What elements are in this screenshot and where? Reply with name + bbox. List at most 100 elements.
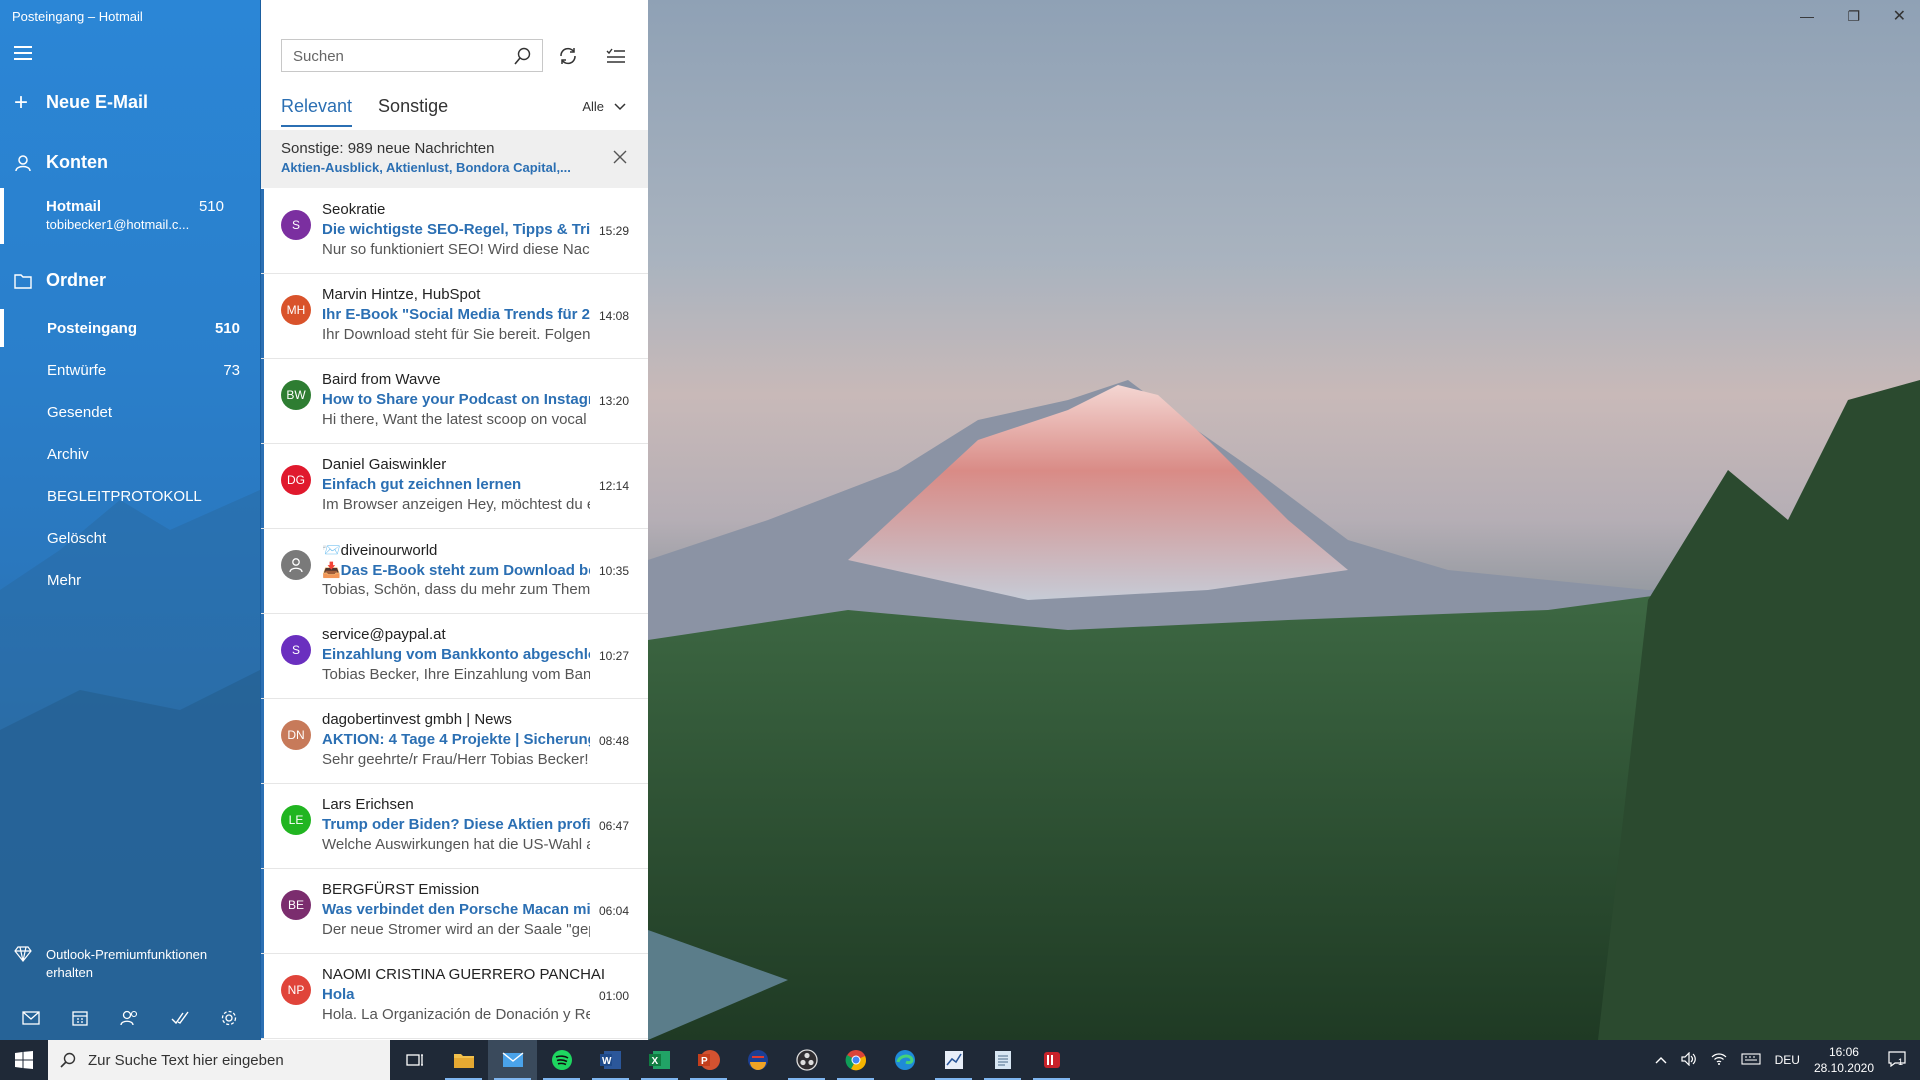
mail-icon — [502, 1052, 523, 1067]
folder-archiv[interactable]: Archiv — [0, 435, 260, 473]
mail-sender: service@paypal.at — [322, 626, 446, 643]
mail-time: 15:29 — [598, 224, 629, 238]
avatar: BW — [281, 380, 311, 410]
mail-item[interactable]: DN dagobertinvest gmbh | News AKTION: 4 … — [261, 699, 648, 784]
mail-preview: Tobias Becker, Ihre Einzahlung vom Bankk… — [322, 666, 590, 683]
minimize-button[interactable]: — — [1800, 8, 1814, 24]
close-icon[interactable] — [613, 150, 627, 164]
taskbar-obs[interactable] — [782, 1040, 831, 1080]
notification-center-icon[interactable]: 1 — [1888, 1050, 1906, 1070]
taskbar-edge[interactable] — [880, 1040, 929, 1080]
mail-item[interactable]: MH Marvin Hintze, HubSpot Ihr E-Book "So… — [261, 274, 648, 359]
system-tray: DEU 16:06 28.10.2020 1 — [1655, 1040, 1920, 1080]
taskbar: Zur Suche Text hier eingeben W X P DEU 1… — [0, 1040, 1920, 1080]
selection-mode-icon[interactable] — [605, 45, 627, 67]
folder-begleitprotokoll[interactable]: BEGLEITPROTOKOLL — [0, 477, 260, 515]
mail-sender: Marvin Hintze, HubSpot — [322, 286, 481, 303]
mail-time: 14:08 — [598, 309, 629, 323]
account-hotmail[interactable]: Hotmail 510 tobibecker1@hotmail.c... — [0, 188, 260, 246]
mail-preview: Welche Auswirkungen hat die US-Wahl auf — [322, 836, 590, 853]
hamburger-menu-icon[interactable] — [14, 46, 32, 60]
folder-posteingang[interactable]: Posteingang 510 — [0, 309, 260, 347]
mail-subject: Was verbindet den Porsche Macan mit Ihne… — [322, 901, 590, 918]
taskbar-app-red[interactable] — [1027, 1040, 1076, 1080]
volume-icon[interactable] — [1680, 1051, 1697, 1069]
wifi-icon[interactable] — [1711, 1052, 1727, 1069]
close-window-button[interactable]: ✕ — [1893, 6, 1906, 26]
folders-header[interactable]: Ordner — [14, 270, 106, 291]
keyboard-icon[interactable] — [1741, 1052, 1761, 1068]
task-view-button[interactable] — [390, 1040, 439, 1080]
mail-time: 10:27 — [598, 649, 629, 663]
taskbar-mail[interactable] — [488, 1040, 537, 1080]
taskbar-app-chart[interactable] — [929, 1040, 978, 1080]
taskbar-app-blue[interactable] — [733, 1040, 782, 1080]
start-button[interactable] — [0, 1040, 48, 1080]
mail-preview: Hola. La Organización de Donación y Resc… — [322, 1006, 590, 1023]
powerpoint-icon: P — [697, 1050, 720, 1070]
taskbar-notepad[interactable] — [978, 1040, 1027, 1080]
avatar: LE — [281, 805, 311, 835]
folder-label: Gesendet — [47, 403, 113, 421]
folder-label: Entwürfe — [47, 361, 107, 379]
taskbar-chrome[interactable] — [831, 1040, 880, 1080]
premium-features-link[interactable]: Outlook-Premiumfunktionen erhalten — [14, 946, 207, 982]
folder-geloescht[interactable]: Gelöscht — [0, 519, 260, 557]
accounts-header[interactable]: Konten — [14, 152, 108, 173]
sync-icon[interactable] — [557, 45, 579, 67]
svg-text:X: X — [651, 1056, 658, 1067]
taskbar-word[interactable]: W — [586, 1040, 635, 1080]
new-mail-button[interactable]: + Neue E-Mail — [14, 90, 148, 114]
filter-dropdown[interactable]: Alle — [582, 99, 626, 114]
restore-icon[interactable]: ❐ — [1847, 8, 1860, 25]
clock-date: 28.10.2020 — [1813, 1061, 1874, 1075]
settings-gear-icon[interactable] — [220, 1009, 238, 1027]
search-input[interactable]: Suchen — [281, 39, 543, 72]
red-app-icon — [1043, 1052, 1060, 1068]
folder-count: 510 — [214, 319, 240, 337]
folder-entwuerfe[interactable]: Entwürfe 73 — [0, 351, 260, 389]
calendar-icon[interactable] — [71, 1009, 89, 1027]
filter-label: Alle — [582, 99, 604, 114]
language-indicator[interactable]: DEU — [1775, 1053, 1800, 1067]
taskbar-powerpoint[interactable]: P — [684, 1040, 733, 1080]
chevron-down-icon — [614, 102, 626, 110]
tab-relevant[interactable]: Relevant — [281, 96, 353, 127]
taskbar-file-explorer[interactable] — [439, 1040, 488, 1080]
mail-subject: AKTION: 4 Tage 4 Projekte | Sicherungs — [322, 731, 590, 748]
folder-label: Posteingang — [47, 319, 138, 337]
folder-mehr[interactable]: Mehr — [0, 561, 260, 599]
taskbar-spotify[interactable] — [537, 1040, 586, 1080]
mail-time: 06:47 — [598, 819, 629, 833]
clock[interactable]: 16:06 28.10.2020 — [1814, 1044, 1874, 1076]
diamond-icon — [14, 946, 32, 962]
mail-sender: Lars Erichsen — [322, 796, 414, 813]
mail-sender: Daniel Gaiswinkler — [322, 456, 447, 473]
mail-item[interactable]: 📨diveinourworld 📥Das E-Book steht zum Do… — [261, 529, 648, 614]
mail-sender: Baird from Wavve — [322, 371, 441, 388]
mail-preview: Nur so funktioniert SEO! Wird diese Nach… — [322, 241, 590, 258]
search-icon[interactable] — [514, 47, 532, 65]
folder-label: Gelöscht — [47, 529, 107, 547]
taskbar-search-input[interactable]: Zur Suche Text hier eingeben — [48, 1040, 390, 1080]
mail-item[interactable]: LE Lars Erichsen Trump oder Biden? Diese… — [261, 784, 648, 869]
mail-item[interactable]: BE BERGFÜRST Emission Was verbindet den … — [261, 869, 648, 954]
people-icon[interactable] — [120, 1009, 140, 1027]
tab-sonstige[interactable]: Sonstige — [378, 96, 448, 127]
mail-item[interactable]: S service@paypal.at Einzahlung vom Bankk… — [261, 614, 648, 699]
folder-gesendet[interactable]: Gesendet — [0, 393, 260, 431]
avatar: DN — [281, 720, 311, 750]
other-inbox-banner[interactable]: Sonstige: 989 neue Nachrichten Aktien-Au… — [261, 130, 648, 188]
mail-item[interactable]: NP NAOMI CRISTINA GUERRERO PANCHAI Hola … — [261, 954, 648, 1039]
mountain-landscape — [648, 380, 1920, 1040]
mail-icon[interactable] — [21, 1011, 40, 1025]
mail-item[interactable]: DG Daniel Gaiswinkler Einfach gut zeichn… — [261, 444, 648, 529]
taskbar-excel[interactable]: X — [635, 1040, 684, 1080]
mail-item[interactable]: S Seokratie Die wichtigste SEO-Regel, Ti… — [261, 189, 648, 274]
mail-item[interactable]: BW Baird from Wavve How to Share your Po… — [261, 359, 648, 444]
folder-icon — [453, 1054, 474, 1068]
premium-line2: erhalten — [46, 965, 93, 980]
mail-time: 01:00 — [598, 989, 629, 1003]
chevron-up-icon[interactable] — [1655, 1053, 1667, 1067]
todo-check-icon[interactable] — [171, 1010, 189, 1026]
